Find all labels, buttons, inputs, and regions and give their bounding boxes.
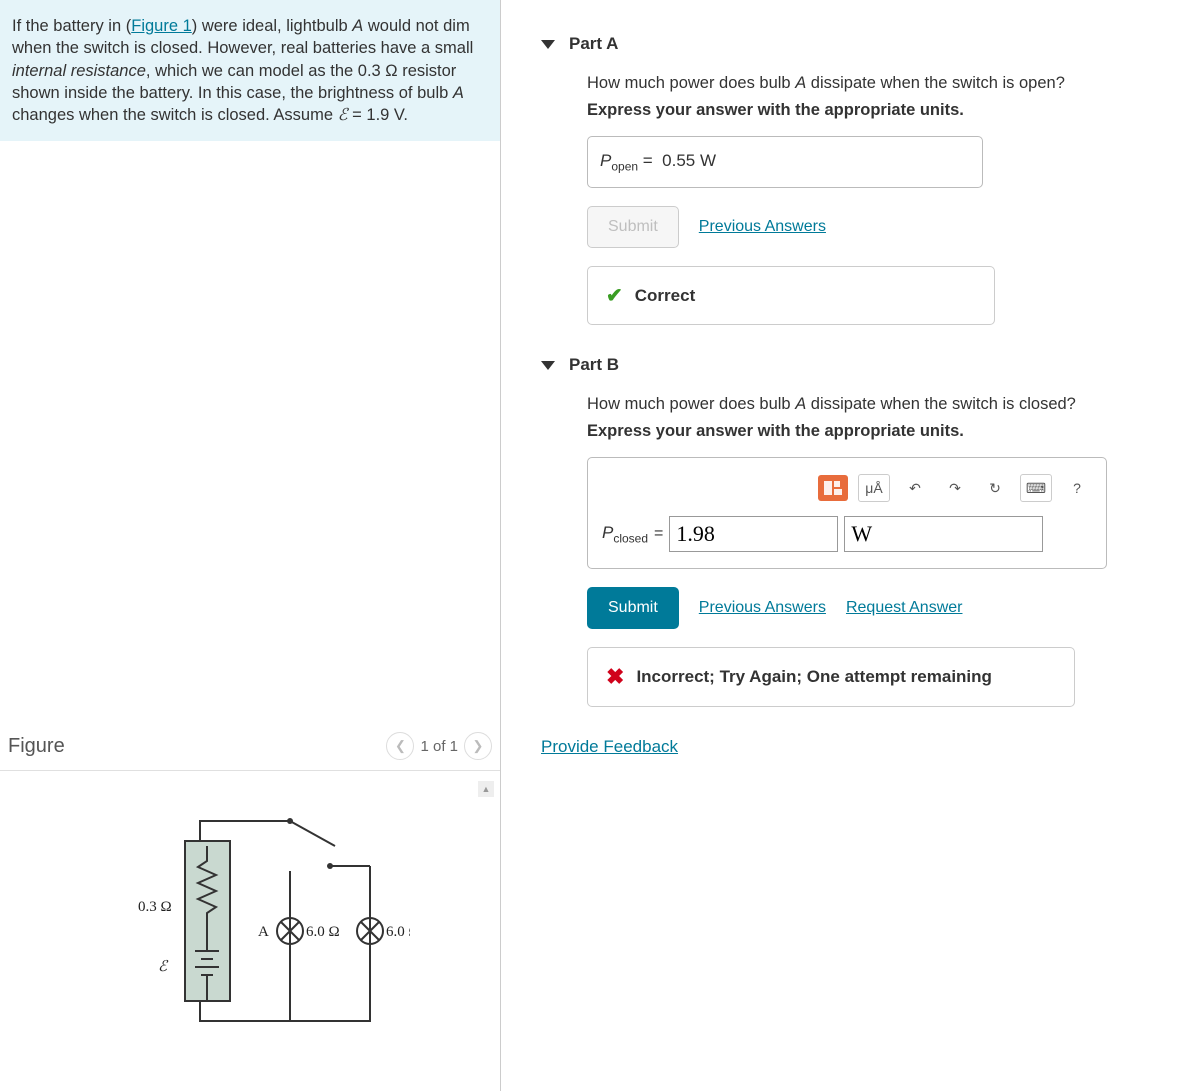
- figure-canvas: ▲: [0, 771, 500, 1091]
- part-a-title: Part A: [569, 34, 618, 54]
- part-a-answer-display: Popen = 0.55 W: [587, 136, 983, 188]
- part-a-previous-answers-link[interactable]: Previous Answers: [699, 218, 826, 236]
- scroll-up-icon[interactable]: ▲: [478, 781, 494, 797]
- check-icon: ✔: [606, 283, 623, 308]
- figure-link[interactable]: Figure 1: [131, 17, 192, 35]
- caret-down-icon: [541, 40, 555, 49]
- figure-title: Figure: [8, 735, 65, 758]
- problem-statement: If the battery in (Figure 1) were ideal,…: [0, 0, 500, 141]
- figure-prev-button[interactable]: ❮: [386, 732, 414, 760]
- part-a-submit-button: Submit: [587, 206, 679, 248]
- part-b-request-answer-link[interactable]: Request Answer: [846, 599, 963, 617]
- part-a-status: ✔ Correct: [587, 266, 995, 325]
- part-b-value-input[interactable]: [669, 516, 838, 552]
- part-a-instruction: Express your answer with the appropriate…: [587, 101, 1170, 120]
- template-icon[interactable]: [818, 475, 848, 501]
- undo-icon[interactable]: ↶: [900, 475, 930, 501]
- figure-next-button[interactable]: ❯: [464, 732, 492, 760]
- redo-icon[interactable]: ↷: [940, 475, 970, 501]
- part-b-previous-answers-link[interactable]: Previous Answers: [699, 599, 826, 617]
- part-b-unit-input[interactable]: [844, 516, 1043, 552]
- chevron-left-icon: ❮: [395, 738, 406, 754]
- svg-text:A: A: [258, 924, 269, 940]
- part-b-header[interactable]: Part B: [541, 355, 1170, 375]
- part-b-input-panel: μÅ ↶ ↷ ↻ ⌨ ? Pclosed =: [587, 457, 1107, 569]
- reset-icon[interactable]: ↻: [980, 475, 1010, 501]
- x-icon: ✖: [606, 664, 624, 690]
- part-a-header[interactable]: Part A: [541, 34, 1170, 54]
- svg-text:6.0 Ω: 6.0 Ω: [386, 924, 410, 940]
- chevron-right-icon: ❯: [473, 738, 484, 754]
- svg-text:ℰ: ℰ: [158, 959, 169, 975]
- caret-down-icon: [541, 361, 555, 370]
- part-b-instruction: Express your answer with the appropriate…: [587, 422, 1170, 441]
- provide-feedback-link[interactable]: Provide Feedback: [541, 737, 1170, 757]
- part-b-submit-button[interactable]: Submit: [587, 587, 679, 629]
- part-b-title: Part B: [569, 355, 619, 375]
- part-a-question: How much power does bulb A dissipate whe…: [587, 74, 1170, 93]
- part-b-status: ✖ Incorrect; Try Again; One attempt rema…: [587, 647, 1075, 707]
- part-b-question: How much power does bulb A dissipate whe…: [587, 395, 1170, 414]
- help-button[interactable]: ?: [1062, 475, 1092, 501]
- svg-text:6.0 Ω: 6.0 Ω: [306, 924, 340, 940]
- part-b-variable-label: Pclosed: [602, 523, 648, 545]
- keyboard-icon[interactable]: ⌨: [1020, 474, 1052, 502]
- svg-text:0.3 Ω: 0.3 Ω: [138, 899, 172, 915]
- figure-page-indicator: 1 of 1: [420, 738, 458, 755]
- units-button[interactable]: μÅ: [858, 474, 890, 502]
